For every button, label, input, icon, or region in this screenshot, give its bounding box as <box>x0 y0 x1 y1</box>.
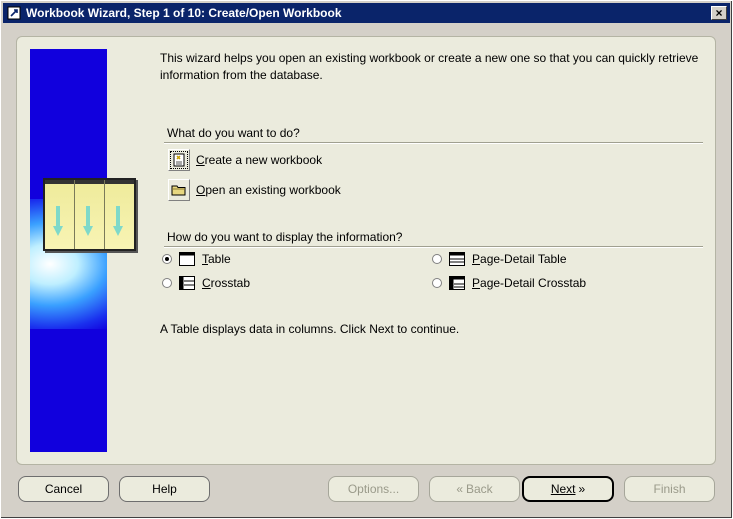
page-detail-crosstab-icon <box>449 276 465 290</box>
chevron-left-icon: « <box>456 482 463 496</box>
crosstab-icon <box>179 276 195 290</box>
close-button[interactable]: × <box>711 6 727 20</box>
help-button[interactable]: Help <box>119 476 210 502</box>
section-separator <box>164 142 703 144</box>
table-icon <box>179 252 195 266</box>
page-detail-table-label: Page-Detail Table <box>472 252 567 266</box>
page-detail-crosstab-label: Page-Detail Crosstab <box>472 276 587 290</box>
options-button[interactable]: Options... <box>328 476 419 502</box>
new-workbook-icon[interactable] <box>168 149 190 171</box>
illustration-column <box>45 180 75 249</box>
back-button[interactable]: «Back <box>429 476 520 502</box>
radio-page-detail-table[interactable]: Page-Detail Table <box>432 252 567 266</box>
create-workbook-option[interactable]: Create a new workbook <box>168 149 322 171</box>
cancel-button[interactable]: Cancel <box>18 476 109 502</box>
radio-button[interactable] <box>162 254 172 264</box>
workbook-illustration-icon <box>43 178 136 251</box>
open-folder-icon[interactable] <box>168 179 190 201</box>
app-icon <box>6 5 22 21</box>
page-detail-table-icon <box>449 252 465 266</box>
display-description: A Table displays data in columns. Click … <box>160 322 460 336</box>
open-workbook-option[interactable]: Open an existing workbook <box>168 179 341 201</box>
open-workbook-label: Open an existing workbook <box>196 183 341 197</box>
intro-text: This wizard helps you open an existing w… <box>160 51 699 82</box>
chevron-right-icon: » <box>578 482 586 496</box>
radio-button[interactable] <box>432 278 442 288</box>
close-icon: × <box>715 6 723 20</box>
next-button[interactable]: Next» <box>522 476 614 502</box>
illustration-column <box>75 180 105 249</box>
crosstab-label: Crosstab <box>202 276 251 290</box>
radio-button[interactable] <box>432 254 442 264</box>
radio-button[interactable] <box>162 278 172 288</box>
radio-crosstab[interactable]: Crosstab <box>162 276 250 290</box>
section-what-label: What do you want to do? <box>167 126 300 140</box>
section-display-label: How do you want to display the informati… <box>167 230 403 244</box>
radio-page-detail-crosstab[interactable]: Page-Detail Crosstab <box>432 276 586 290</box>
radio-table[interactable]: Table <box>162 252 231 266</box>
title-bar[interactable]: Workbook Wizard, Step 1 of 10: Create/Op… <box>3 3 730 23</box>
finish-button[interactable]: Finish <box>624 476 715 502</box>
create-workbook-label: Create a new workbook <box>196 153 323 167</box>
illustration-column <box>105 180 134 249</box>
section-separator <box>164 246 703 248</box>
table-label: Table <box>202 252 231 266</box>
window-title: Workbook Wizard, Step 1 of 10: Create/Op… <box>26 6 342 20</box>
